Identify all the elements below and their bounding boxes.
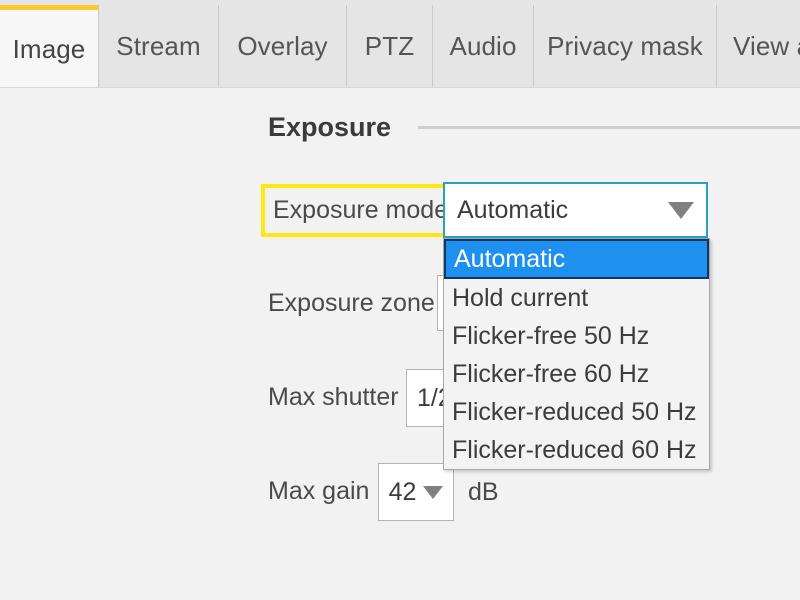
select-exposure-mode-value: Automatic bbox=[457, 195, 569, 224]
tab-view-areas-label: View a bbox=[733, 31, 800, 61]
label-max-gain: Max gain bbox=[268, 476, 370, 505]
row-max-gain: Max gain bbox=[268, 463, 369, 519]
tab-bar: Image Stream Overlay PTZ Audio Privacy m… bbox=[0, 0, 800, 93]
chevron-down-icon bbox=[423, 485, 444, 499]
tab-overlay[interactable]: Overlay bbox=[218, 5, 346, 88]
row-exposure-zone: Exposure zone bbox=[268, 275, 435, 331]
label-max-shutter: Max shutter bbox=[268, 382, 399, 411]
dropdown-option-label: Automatic bbox=[454, 244, 566, 273]
dropdown-options-list[interactable]: Automatic Hold current Flicker-free 50 H… bbox=[443, 238, 710, 470]
dropdown-option-label: Flicker-free 60 Hz bbox=[452, 359, 650, 388]
tab-audio-label: Audio bbox=[449, 31, 517, 61]
tab-image-label: Image bbox=[12, 33, 86, 64]
dropdown-option-flicker-reduced-60hz[interactable]: Flicker-reduced 60 Hz bbox=[444, 431, 709, 469]
unit-label-max-gain: dB bbox=[468, 477, 499, 506]
tab-stream[interactable]: Stream bbox=[98, 5, 218, 88]
tab-stream-label: Stream bbox=[116, 31, 201, 61]
dropdown-option-label: Flicker-reduced 50 Hz bbox=[452, 397, 697, 426]
dropdown-option-hold-current[interactable]: Hold current bbox=[444, 279, 709, 317]
row-exposure-mode: Exposure mode bbox=[261, 182, 459, 238]
select-exposure-mode[interactable]: Automatic bbox=[443, 182, 708, 238]
section-divider bbox=[418, 126, 800, 129]
dropdown-option-flicker-reduced-50hz[interactable]: Flicker-reduced 50 Hz bbox=[444, 393, 709, 431]
tab-privacy-mask-label: Privacy mask bbox=[547, 31, 703, 61]
label-exposure-mode: Exposure mode bbox=[261, 183, 459, 237]
dropdown-option-label: Hold current bbox=[452, 283, 589, 312]
chevron-down-icon bbox=[668, 201, 694, 219]
select-max-gain[interactable]: 42 bbox=[378, 463, 454, 521]
dropdown-option-label: Flicker-free 50 Hz bbox=[452, 321, 650, 350]
tab-view-areas[interactable]: View a bbox=[716, 5, 800, 88]
dropdown-option-automatic[interactable]: Automatic bbox=[444, 239, 709, 279]
tab-ptz[interactable]: PTZ bbox=[346, 5, 432, 88]
active-tab-accent-bar bbox=[0, 5, 98, 10]
dropdown-option-label: Flicker-reduced 60 Hz bbox=[452, 435, 697, 464]
dropdown-option-flicker-free-50hz[interactable]: Flicker-free 50 Hz bbox=[444, 317, 709, 355]
row-max-shutter: Max shutter bbox=[268, 369, 399, 425]
tab-audio[interactable]: Audio bbox=[432, 5, 533, 88]
section-title: Exposure bbox=[268, 112, 392, 142]
tab-privacy-mask[interactable]: Privacy mask bbox=[533, 5, 716, 88]
tab-ptz-label: PTZ bbox=[364, 31, 415, 61]
settings-panel: Exposure Exposure mode Automatic Exposur… bbox=[0, 88, 800, 600]
select-max-gain-value: 42 bbox=[388, 477, 417, 506]
tab-image[interactable]: Image bbox=[0, 5, 98, 93]
tab-overlay-label: Overlay bbox=[237, 31, 328, 61]
label-exposure-zone: Exposure zone bbox=[268, 288, 435, 317]
dropdown-option-flicker-free-60hz[interactable]: Flicker-free 60 Hz bbox=[444, 355, 709, 393]
section-header: Exposure bbox=[268, 112, 800, 143]
